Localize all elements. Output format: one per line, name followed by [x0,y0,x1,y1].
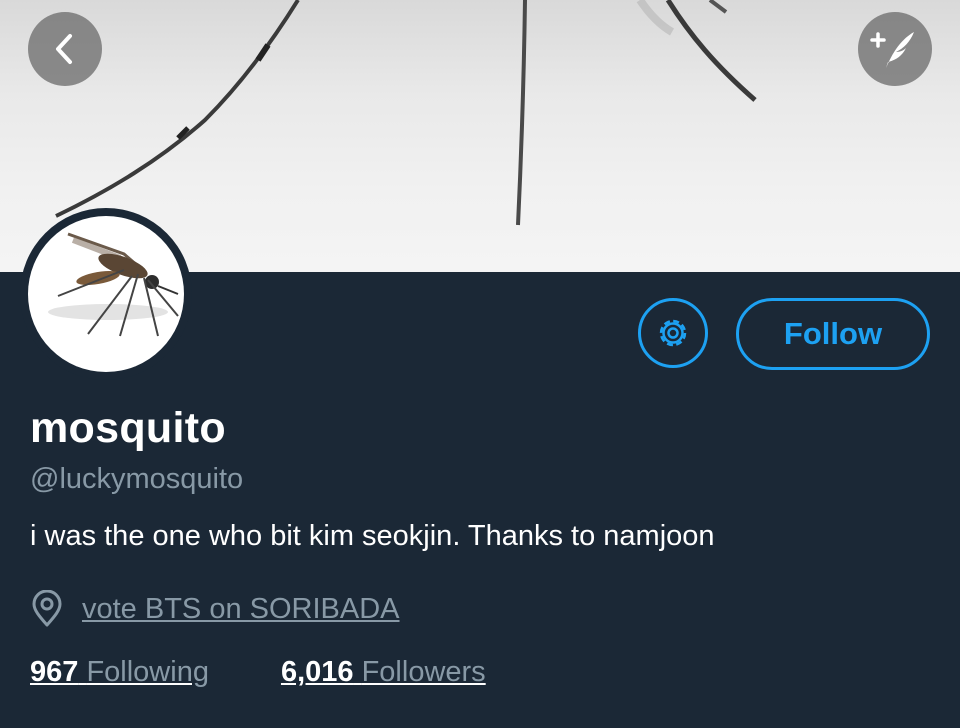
location-link[interactable]: vote BTS on SORIBADA [82,593,400,626]
following-count: 967 [30,656,79,688]
mosquito-avatar-image [48,232,179,337]
back-button[interactable] [28,12,102,86]
avatar[interactable] [28,216,184,372]
compose-quill-icon [870,32,914,68]
avatar-frame [20,208,192,380]
handle: @luckymosquito [30,463,244,495]
bio: i was the one who bit kim seokjin. Thank… [30,520,715,552]
stats-row: 967 Following 6,016 Followers [30,656,486,689]
following-stat[interactable]: 967 Following [30,656,209,689]
follow-button[interactable]: Follow [736,298,930,370]
chevron-left-icon [56,34,72,64]
settings-button[interactable] [638,298,708,368]
followers-stat[interactable]: 6,016 Followers [281,656,486,689]
display-name: mosquito [30,404,226,452]
location-pin-icon [32,590,62,627]
location-row: vote BTS on SORIBADA [30,590,400,628]
followers-count: 6,016 [280,656,354,688]
gear-icon [659,319,687,347]
compose-button[interactable] [858,12,932,86]
following-label: Following [86,656,209,688]
followers-label: Followers [361,656,486,688]
